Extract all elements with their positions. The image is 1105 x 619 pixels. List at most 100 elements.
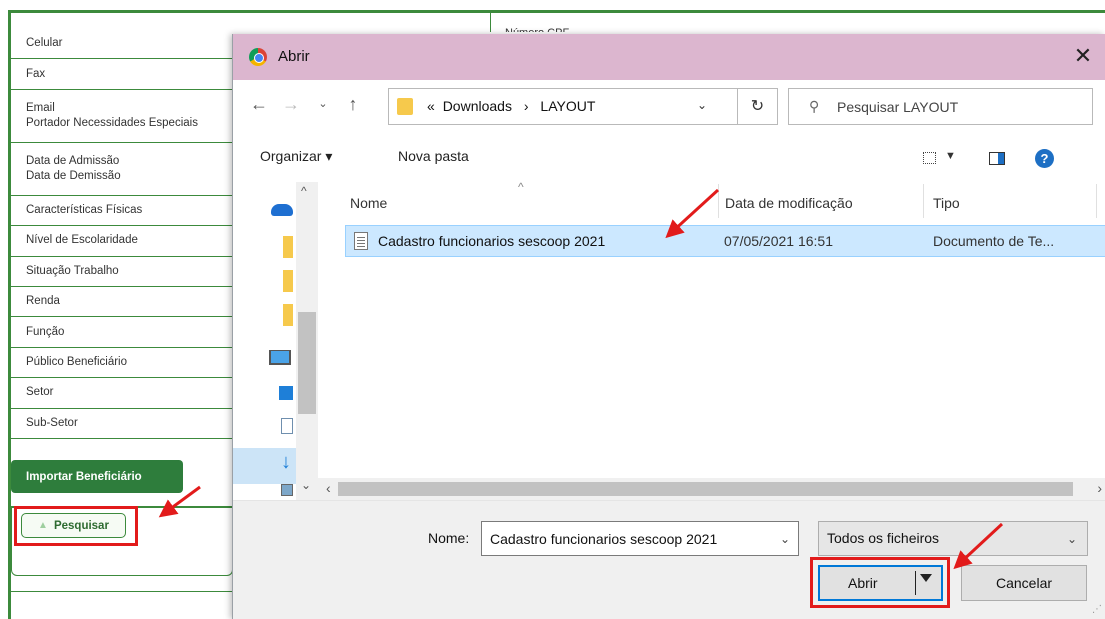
field-label: Função: [26, 325, 65, 338]
this-pc-icon[interactable]: [269, 350, 291, 365]
filename-input[interactable]: Cadastro funcionarios sescoop 2021 ⌄: [481, 521, 799, 556]
folder-icon[interactable]: [283, 304, 293, 326]
filename-label: Nome:: [428, 530, 470, 546]
search-icon: ⚲: [809, 98, 820, 114]
documents-icon[interactable]: [281, 418, 293, 434]
close-icon[interactable]: ✕: [1068, 42, 1098, 72]
breadcrumb-layout[interactable]: LAYOUT: [540, 98, 595, 114]
field-row: Características Físicas: [11, 196, 233, 227]
folder-icon[interactable]: [283, 270, 293, 292]
column-divider[interactable]: [923, 184, 924, 218]
cancel-button[interactable]: Cancelar: [961, 565, 1087, 601]
organize-menu[interactable]: Organizar ▾: [260, 148, 332, 165]
field-label: Fax: [26, 67, 46, 80]
field-label: Portador Necessidades Especiais: [26, 116, 198, 129]
breadcrumb-overflow[interactable]: «: [427, 98, 435, 114]
field-label: Situação Trabalho: [26, 264, 119, 277]
field-label: Setor: [26, 386, 54, 399]
field-row: Nível de Escolaridade: [11, 226, 233, 257]
pictures-icon[interactable]: [281, 484, 293, 496]
dialog-toolbar: Organizar ▾ Nova pasta ▼ ?: [233, 140, 1105, 176]
view-options-icon[interactable]: [923, 152, 936, 164]
filename-value: Cadastro funcionarios sescoop 2021: [490, 531, 718, 547]
column-header-date[interactable]: Data de modificação: [725, 195, 853, 211]
scroll-down-arrow-icon[interactable]: ⌄: [301, 478, 311, 492]
field-row: Público Beneficiário: [11, 348, 233, 379]
breadcrumb-downloads[interactable]: Downloads: [443, 98, 512, 114]
scroll-up-arrow-icon[interactable]: ^: [301, 184, 307, 198]
resize-grip-icon[interactable]: ⋰: [1092, 604, 1102, 615]
file-type: Documento de Te...: [933, 233, 1055, 249]
header-partial-text: Número CPF ...: [505, 24, 665, 32]
chrome-icon: [249, 48, 267, 66]
column-header-name[interactable]: Nome: [350, 195, 387, 211]
scroll-right-arrow-icon[interactable]: ›: [1097, 480, 1102, 496]
help-icon[interactable]: ?: [1035, 149, 1054, 168]
search-placeholder: Pesquisar LAYOUT: [837, 99, 959, 115]
filter-dropdown-chevron-icon[interactable]: ⌄: [1067, 532, 1077, 546]
folder-icon: [397, 98, 413, 115]
desktop-icon[interactable]: [279, 386, 293, 400]
import-beneficiary-tab[interactable]: Importar Beneficiário: [11, 460, 183, 493]
navigation-bar: ← → ⌄ ↑ « Downloads › LAYOUT ⌄ ↻ ⚲ Pesqu…: [233, 80, 1105, 130]
address-dropdown-chevron-icon[interactable]: ⌄: [697, 98, 707, 112]
field-row: Renda: [11, 287, 233, 318]
column-divider[interactable]: [1096, 184, 1097, 218]
field-list: Celular Fax Email Portador Necessidades …: [11, 29, 233, 439]
file-type-filter[interactable]: Todos os ficheiros ⌄: [818, 521, 1088, 556]
up-arrow-icon[interactable]: ↑: [343, 94, 363, 114]
panel-divider: [11, 591, 233, 592]
scroll-left-arrow-icon[interactable]: ‹: [326, 480, 331, 496]
field-label: Sub-Setor: [26, 416, 78, 429]
field-row: Setor: [11, 378, 233, 409]
file-type-filter-value: Todos os ficheiros: [827, 530, 940, 546]
back-arrow-icon[interactable]: ←: [249, 94, 269, 114]
dialog-title: Abrir: [278, 48, 310, 65]
address-bar[interactable]: « Downloads › LAYOUT ⌄: [388, 88, 738, 125]
text-document-icon: [354, 232, 368, 250]
column-header-type[interactable]: Tipo: [933, 195, 960, 211]
filename-dropdown-chevron-icon[interactable]: ⌄: [780, 532, 790, 546]
nav-pane-scrollbar[interactable]: [296, 182, 318, 502]
file-date: 07/05/2021 16:51: [724, 233, 833, 249]
horizontal-scrollbar[interactable]: ‹ ›: [318, 478, 1105, 500]
forward-arrow-icon[interactable]: →: [281, 94, 301, 114]
column-divider[interactable]: [718, 184, 719, 218]
folder-icon[interactable]: [283, 236, 293, 258]
field-label: Data de Demissão: [26, 169, 121, 182]
horizontal-scroll-thumb[interactable]: [338, 482, 1073, 496]
downloads-icon[interactable]: ↓: [281, 452, 291, 472]
breadcrumb: « Downloads › LAYOUT: [427, 98, 595, 114]
field-label: Renda: [26, 295, 60, 308]
field-row: Data de Admissão Data de Demissão: [11, 143, 233, 196]
search-highlight-box: [14, 506, 138, 546]
field-row: Fax: [11, 59, 233, 90]
field-row: Celular: [11, 29, 233, 60]
field-label: Público Beneficiário: [26, 355, 128, 368]
view-dropdown-arrow-icon[interactable]: ▼: [945, 150, 956, 162]
search-field[interactable]: ⚲ Pesquisar LAYOUT: [788, 88, 1093, 125]
field-label: Nível de Escolaridade: [26, 234, 138, 247]
file-row[interactable]: Cadastro funcionarios sescoop 2021 07/05…: [345, 225, 1105, 257]
recent-locations-chevron-icon[interactable]: ⌄: [313, 94, 333, 114]
field-row: Situação Trabalho: [11, 257, 233, 287]
onedrive-icon[interactable]: [271, 204, 293, 216]
open-file-dialog: Abrir ✕ ← → ⌄ ↑ « Downloads › LAYOUT ⌄ ↻…: [232, 34, 1105, 619]
field-row: Email Portador Necessidades Especiais: [11, 90, 233, 143]
open-highlight-box: [810, 557, 950, 608]
dialog-footer: Nome: Cadastro funcionarios sescoop 2021…: [233, 500, 1105, 619]
preview-pane-icon[interactable]: [989, 152, 1005, 165]
field-label: Data de Admissão: [26, 154, 120, 167]
file-name: Cadastro funcionarios sescoop 2021: [378, 233, 606, 249]
sort-ascending-icon: ^: [518, 180, 524, 194]
refresh-icon[interactable]: ↻: [738, 88, 778, 125]
new-folder-button[interactable]: Nova pasta: [398, 148, 469, 164]
field-label: Celular: [26, 37, 63, 50]
nav-scroll-thumb[interactable]: [298, 312, 316, 414]
field-row: Sub-Setor: [11, 409, 233, 439]
navigation-pane: ↓ ^ ⌄: [233, 182, 318, 502]
field-row: Função: [11, 317, 233, 348]
dialog-titlebar: Abrir ✕: [233, 34, 1105, 80]
field-label: Características Físicas: [26, 203, 143, 216]
header-divider: [490, 12, 491, 32]
